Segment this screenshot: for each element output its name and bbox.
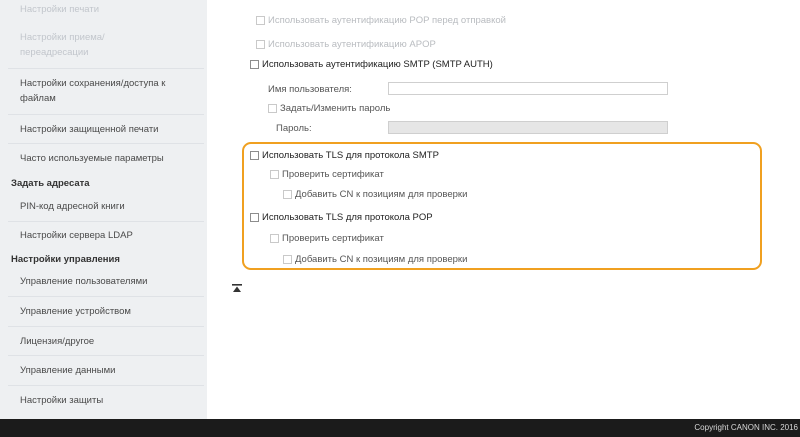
footer: Copyright CANON INC. 2016 xyxy=(0,419,800,437)
use-apop-checkbox[interactable] xyxy=(256,39,265,49)
sidebar-item-rx-forward[interactable]: Настройки приема/переадресации xyxy=(20,30,170,60)
pop-before-send-label: Использовать аутентификацию POP перед от… xyxy=(268,14,506,26)
copyright-text: Copyright CANON INC. 2016 xyxy=(694,423,798,432)
sidebar-divider xyxy=(8,221,204,222)
verify-cert-smtp-row[interactable]: Проверить сертификат xyxy=(270,167,384,181)
sidebar-heading-address: Задать адресата xyxy=(11,178,90,189)
tls-pop-label: Использовать TLS для протокола POP xyxy=(262,211,433,223)
use-apop-row[interactable]: Использовать аутентификацию APOP xyxy=(256,37,436,51)
sidebar-heading-management: Настройки управления xyxy=(11,254,120,265)
set-password-row[interactable]: Задать/Изменить пароль xyxy=(268,101,390,115)
sidebar-item-address-book-pin[interactable]: PIN-код адресной книги xyxy=(20,199,200,214)
smtp-auth-label: Использовать аутентификацию SMTP (SMTP A… xyxy=(262,58,493,70)
pop-before-send-row[interactable]: Использовать аутентификацию POP перед от… xyxy=(256,13,506,27)
sidebar-item-ldap-server[interactable]: Настройки сервера LDAP xyxy=(20,228,200,243)
sidebar-item-favorite-settings[interactable]: Часто используемые параметры xyxy=(20,151,200,166)
set-password-label: Задать/Изменить пароль xyxy=(280,102,391,114)
tls-smtp-checkbox[interactable] xyxy=(250,150,259,160)
add-cn-smtp-label: Добавить CN к позициям для проверки xyxy=(295,188,468,200)
smtp-auth-checkbox[interactable] xyxy=(250,59,259,69)
sidebar: Настройки печати Настройки приема/переад… xyxy=(0,0,207,419)
verify-cert-pop-label: Проверить сертификат xyxy=(282,232,384,244)
sidebar-divider xyxy=(8,355,204,356)
verify-cert-smtp-label: Проверить сертификат xyxy=(282,168,384,180)
add-cn-pop-checkbox[interactable] xyxy=(283,254,292,264)
smtp-auth-row[interactable]: Использовать аутентификацию SMTP (SMTP A… xyxy=(250,57,493,71)
verify-cert-pop-checkbox[interactable] xyxy=(270,233,279,243)
sidebar-divider xyxy=(8,68,204,69)
add-cn-smtp-checkbox[interactable] xyxy=(283,189,292,199)
password-label: Пароль: xyxy=(276,122,312,134)
sidebar-item-print-settings[interactable]: Настройки печати xyxy=(20,2,200,17)
sidebar-item-data-management[interactable]: Управление данными xyxy=(20,363,200,378)
use-apop-label: Использовать аутентификацию APOP xyxy=(268,38,436,50)
add-cn-pop-row[interactable]: Добавить CN к позициям для проверки xyxy=(283,252,467,266)
tls-smtp-label: Использовать TLS для протокола SMTP xyxy=(262,149,439,161)
password-label-row: Пароль: xyxy=(276,121,312,135)
tls-pop-checkbox[interactable] xyxy=(250,212,259,222)
sidebar-divider xyxy=(8,385,204,386)
username-label: Имя пользователя: xyxy=(268,83,352,95)
verify-cert-pop-row[interactable]: Проверить сертификат xyxy=(270,231,384,245)
sidebar-divider xyxy=(8,326,204,327)
sidebar-divider xyxy=(8,296,204,297)
verify-cert-smtp-checkbox[interactable] xyxy=(270,169,279,179)
pop-before-send-checkbox[interactable] xyxy=(256,15,265,25)
password-input[interactable] xyxy=(388,121,668,134)
sidebar-divider xyxy=(8,114,204,115)
username-label-row: Имя пользователя: xyxy=(268,82,352,96)
sidebar-item-license-other[interactable]: Лицензия/другое xyxy=(20,334,200,349)
add-cn-smtp-row[interactable]: Добавить CN к позициям для проверки xyxy=(283,187,467,201)
sidebar-item-user-management[interactable]: Управление пользователями xyxy=(20,274,200,289)
sidebar-divider xyxy=(8,143,204,144)
set-password-checkbox[interactable] xyxy=(268,103,277,113)
add-cn-pop-label: Добавить CN к позициям для проверки xyxy=(295,253,468,265)
tls-smtp-row[interactable]: Использовать TLS для протокола SMTP xyxy=(250,148,439,162)
tls-pop-row[interactable]: Использовать TLS для протокола POP xyxy=(250,210,433,224)
scroll-to-top-icon[interactable] xyxy=(232,284,242,294)
username-input[interactable] xyxy=(388,82,668,95)
sidebar-item-secure-print[interactable]: Настройки защищенной печати xyxy=(20,122,200,137)
sidebar-item-store-access-files[interactable]: Настройки сохранения/доступа к файлам xyxy=(20,76,200,106)
sidebar-item-security-settings[interactable]: Настройки защиты xyxy=(20,393,200,408)
sidebar-item-device-management[interactable]: Управление устройством xyxy=(20,304,200,319)
